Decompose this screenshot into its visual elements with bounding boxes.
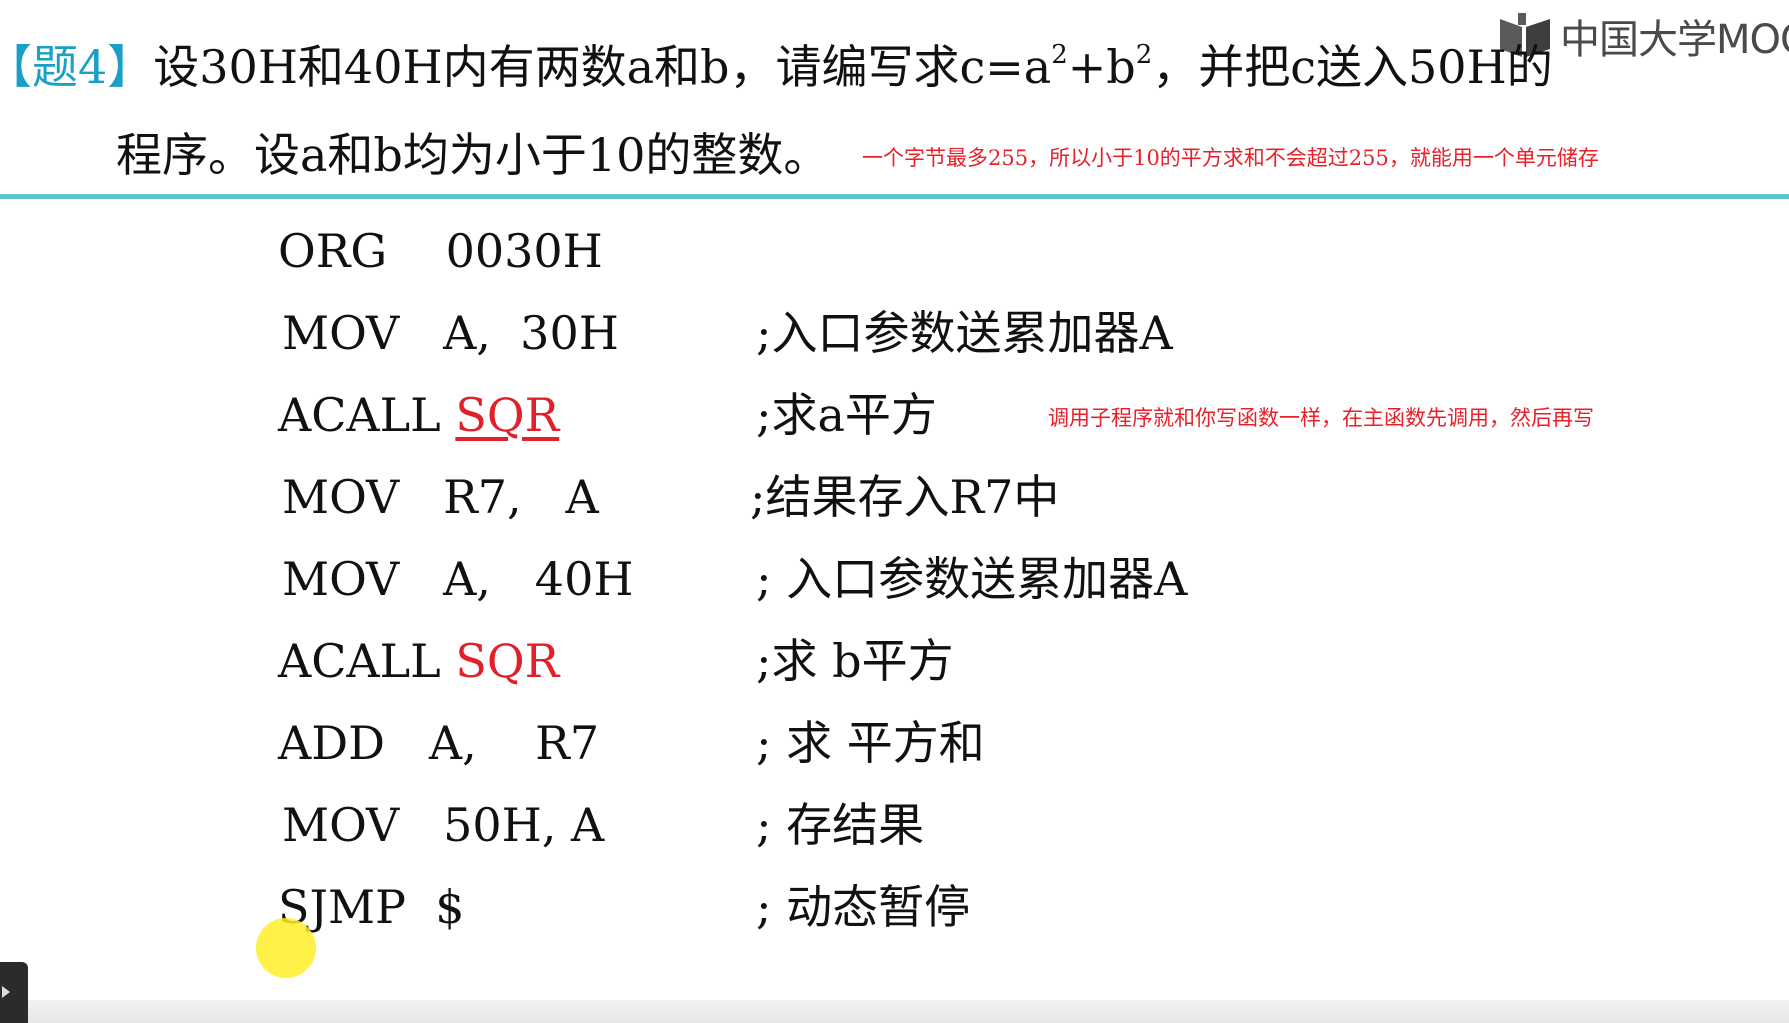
comment: ;求 b平方: [756, 634, 954, 688]
instruction: MOV R7, A: [282, 470, 599, 524]
comment: ; 入口参数送累加器A: [756, 552, 1188, 606]
header-divider: [0, 194, 1789, 199]
code-line-mov-a-40h: MOV A, 40H ; 入口参数送累加器A: [278, 556, 1378, 616]
code-line-sjmp: SJMP $ ; 动态暂停: [278, 884, 1378, 944]
play-icon[interactable]: [0, 962, 28, 1023]
comment: ;入口参数送累加器A: [756, 306, 1173, 360]
instruction: ACALL SQR: [278, 638, 559, 684]
comment: ; 求 平方和: [756, 716, 985, 770]
comment: ; 存结果: [756, 798, 925, 852]
code-line-org: ORG 0030H: [278, 228, 1378, 288]
problem-text-a: 设30H和40H内有两数a和b，请编写求c=a: [153, 40, 1052, 94]
byte-limit-note: 一个字节最多255，所以小于10的平方求和不会超过255，就能用一个单元储存: [862, 146, 1599, 170]
instruction: SJMP $: [278, 880, 465, 934]
code-line-mov-50h-a: MOV 50H, A ; 存结果: [278, 802, 1378, 862]
subroutine-name-sqr: SQR: [455, 388, 560, 442]
superscript-2: 2: [1135, 40, 1153, 70]
instruction: MOV A, 40H: [282, 552, 634, 606]
cursor-highlight: [256, 918, 316, 978]
problem-tag: 【题4】: [0, 40, 154, 94]
code-line-add-a-r7: ADD A, R7 ; 求 平方和: [278, 720, 1378, 780]
problem-line-1: 【题4】设30H和40H内有两数a和b，请编写求c=a2+b2，并把c送入50H…: [0, 42, 1553, 90]
comment: ; 动态暂停: [756, 880, 971, 934]
instruction-op: ACALL: [278, 388, 456, 442]
problem-text-b: +b: [1067, 40, 1136, 94]
problem-text-c: ，并把c送入50H的: [1152, 40, 1553, 94]
instruction-op: ACALL: [278, 634, 456, 688]
subroutine-name-sqr: SQR: [455, 634, 560, 688]
problem-line-2: 程序。设a和b均为小于10的整数。: [116, 128, 830, 182]
video-progress-bar[interactable]: [0, 1000, 1789, 1023]
instruction: ADD A, R7: [278, 716, 600, 770]
logo-text: 中国大学MOOC: [1560, 17, 1789, 63]
instruction: MOV 50H, A: [282, 798, 605, 852]
instruction: ACALL SQR: [278, 392, 559, 438]
code-line-mov-r7-a: MOV R7, A ;结果存入R7中: [278, 474, 1378, 534]
code-line-acall-sqr-2: ACALL SQR ;求 b平方: [278, 638, 1378, 698]
instruction: MOV A, 30H: [282, 306, 619, 360]
instruction: ORG 0030H: [278, 224, 603, 278]
comment: ;求a平方: [756, 388, 937, 442]
subroutine-call-note: 调用子程序就和你写函数一样，在主函数先调用，然后再写: [1048, 406, 1594, 430]
code-line-mov-a-30h: MOV A, 30H ;入口参数送累加器A: [278, 310, 1378, 370]
comment: ;结果存入R7中: [750, 470, 1060, 524]
superscript-1: 2: [1051, 40, 1068, 70]
